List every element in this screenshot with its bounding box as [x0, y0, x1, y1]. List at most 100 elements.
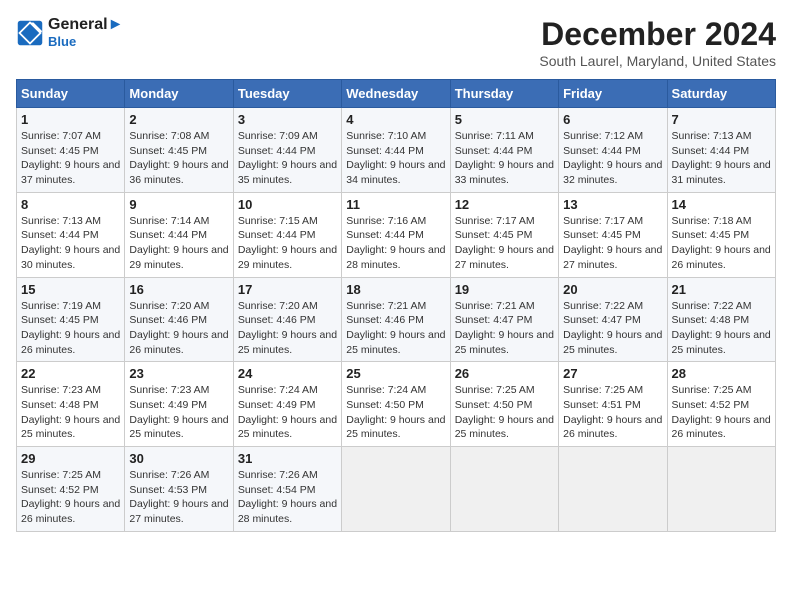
day-cell: 28 Sunrise: 7:25 AM Sunset: 4:52 PM Dayl… [667, 362, 775, 447]
daylight: Daylight: 9 hours and 26 minutes. [21, 329, 120, 356]
day-info: Sunrise: 7:20 AM Sunset: 4:46 PM Dayligh… [129, 299, 228, 358]
daylight: Daylight: 9 hours and 25 minutes. [21, 414, 120, 441]
day-cell: 3 Sunrise: 7:09 AM Sunset: 4:44 PM Dayli… [233, 108, 341, 193]
sunset: Sunset: 4:44 PM [21, 229, 99, 241]
daylight: Daylight: 9 hours and 31 minutes. [672, 159, 771, 186]
column-header-sunday: Sunday [17, 80, 125, 108]
day-cell: 17 Sunrise: 7:20 AM Sunset: 4:46 PM Dayl… [233, 277, 341, 362]
header-row: SundayMondayTuesdayWednesdayThursdayFrid… [17, 80, 776, 108]
day-cell: 16 Sunrise: 7:20 AM Sunset: 4:46 PM Dayl… [125, 277, 233, 362]
day-cell [450, 447, 558, 532]
daylight: Daylight: 9 hours and 27 minutes. [455, 244, 554, 271]
sunrise: Sunrise: 7:07 AM [21, 130, 101, 142]
sunrise: Sunrise: 7:23 AM [21, 384, 101, 396]
day-cell: 20 Sunrise: 7:22 AM Sunset: 4:47 PM Dayl… [559, 277, 667, 362]
sunrise: Sunrise: 7:13 AM [672, 130, 752, 142]
day-info: Sunrise: 7:24 AM Sunset: 4:50 PM Dayligh… [346, 383, 445, 442]
column-header-monday: Monday [125, 80, 233, 108]
week-row-3: 15 Sunrise: 7:19 AM Sunset: 4:45 PM Dayl… [17, 277, 776, 362]
sunrise: Sunrise: 7:25 AM [21, 469, 101, 481]
day-info: Sunrise: 7:22 AM Sunset: 4:47 PM Dayligh… [563, 299, 662, 358]
sunset: Sunset: 4:44 PM [672, 145, 750, 157]
day-number: 21 [672, 282, 771, 297]
sunset: Sunset: 4:47 PM [563, 314, 641, 326]
sunrise: Sunrise: 7:13 AM [21, 215, 101, 227]
day-info: Sunrise: 7:23 AM Sunset: 4:48 PM Dayligh… [21, 383, 120, 442]
day-number: 13 [563, 197, 662, 212]
week-row-5: 29 Sunrise: 7:25 AM Sunset: 4:52 PM Dayl… [17, 447, 776, 532]
day-cell: 26 Sunrise: 7:25 AM Sunset: 4:50 PM Dayl… [450, 362, 558, 447]
daylight: Daylight: 9 hours and 26 minutes. [563, 414, 662, 441]
daylight: Daylight: 9 hours and 25 minutes. [238, 329, 337, 356]
week-row-2: 8 Sunrise: 7:13 AM Sunset: 4:44 PM Dayli… [17, 192, 776, 277]
daylight: Daylight: 9 hours and 37 minutes. [21, 159, 120, 186]
logo: General► Blue [16, 16, 123, 49]
day-info: Sunrise: 7:25 AM Sunset: 4:52 PM Dayligh… [672, 383, 771, 442]
day-info: Sunrise: 7:14 AM Sunset: 4:44 PM Dayligh… [129, 214, 228, 273]
sunset: Sunset: 4:45 PM [129, 145, 207, 157]
day-number: 30 [129, 451, 228, 466]
sunrise: Sunrise: 7:21 AM [346, 300, 426, 312]
column-header-wednesday: Wednesday [342, 80, 450, 108]
day-info: Sunrise: 7:24 AM Sunset: 4:49 PM Dayligh… [238, 383, 337, 442]
day-info: Sunrise: 7:18 AM Sunset: 4:45 PM Dayligh… [672, 214, 771, 273]
sunrise: Sunrise: 7:08 AM [129, 130, 209, 142]
day-cell: 5 Sunrise: 7:11 AM Sunset: 4:44 PM Dayli… [450, 108, 558, 193]
sunset: Sunset: 4:44 PM [455, 145, 533, 157]
day-number: 25 [346, 366, 445, 381]
day-cell: 18 Sunrise: 7:21 AM Sunset: 4:46 PM Dayl… [342, 277, 450, 362]
sunrise: Sunrise: 7:17 AM [455, 215, 535, 227]
sunset: Sunset: 4:46 PM [129, 314, 207, 326]
sunset: Sunset: 4:45 PM [21, 314, 99, 326]
day-cell: 24 Sunrise: 7:24 AM Sunset: 4:49 PM Dayl… [233, 362, 341, 447]
daylight: Daylight: 9 hours and 25 minutes. [238, 414, 337, 441]
day-number: 16 [129, 282, 228, 297]
day-cell: 4 Sunrise: 7:10 AM Sunset: 4:44 PM Dayli… [342, 108, 450, 193]
sunset: Sunset: 4:49 PM [129, 399, 207, 411]
day-cell: 1 Sunrise: 7:07 AM Sunset: 4:45 PM Dayli… [17, 108, 125, 193]
day-info: Sunrise: 7:10 AM Sunset: 4:44 PM Dayligh… [346, 129, 445, 188]
title-block: December 2024 South Laurel, Maryland, Un… [539, 16, 776, 69]
sunset: Sunset: 4:51 PM [563, 399, 641, 411]
day-info: Sunrise: 7:07 AM Sunset: 4:45 PM Dayligh… [21, 129, 120, 188]
sunrise: Sunrise: 7:26 AM [238, 469, 318, 481]
daylight: Daylight: 9 hours and 28 minutes. [346, 244, 445, 271]
day-info: Sunrise: 7:22 AM Sunset: 4:48 PM Dayligh… [672, 299, 771, 358]
sunrise: Sunrise: 7:22 AM [563, 300, 643, 312]
column-header-thursday: Thursday [450, 80, 558, 108]
day-info: Sunrise: 7:17 AM Sunset: 4:45 PM Dayligh… [455, 214, 554, 273]
day-number: 2 [129, 112, 228, 127]
daylight: Daylight: 9 hours and 26 minutes. [672, 244, 771, 271]
day-info: Sunrise: 7:25 AM Sunset: 4:51 PM Dayligh… [563, 383, 662, 442]
day-info: Sunrise: 7:25 AM Sunset: 4:52 PM Dayligh… [21, 468, 120, 527]
sunrise: Sunrise: 7:14 AM [129, 215, 209, 227]
daylight: Daylight: 9 hours and 25 minutes. [346, 414, 445, 441]
sunset: Sunset: 4:47 PM [455, 314, 533, 326]
sunrise: Sunrise: 7:15 AM [238, 215, 318, 227]
day-info: Sunrise: 7:12 AM Sunset: 4:44 PM Dayligh… [563, 129, 662, 188]
day-number: 31 [238, 451, 337, 466]
day-cell: 22 Sunrise: 7:23 AM Sunset: 4:48 PM Dayl… [17, 362, 125, 447]
sunrise: Sunrise: 7:20 AM [238, 300, 318, 312]
daylight: Daylight: 9 hours and 29 minutes. [129, 244, 228, 271]
day-info: Sunrise: 7:16 AM Sunset: 4:44 PM Dayligh… [346, 214, 445, 273]
sunset: Sunset: 4:44 PM [346, 145, 424, 157]
sunset: Sunset: 4:44 PM [563, 145, 641, 157]
sunset: Sunset: 4:45 PM [455, 229, 533, 241]
day-number: 22 [21, 366, 120, 381]
sunset: Sunset: 4:44 PM [238, 145, 316, 157]
day-info: Sunrise: 7:09 AM Sunset: 4:44 PM Dayligh… [238, 129, 337, 188]
day-info: Sunrise: 7:19 AM Sunset: 4:45 PM Dayligh… [21, 299, 120, 358]
day-number: 12 [455, 197, 554, 212]
page-header: General► Blue December 2024 South Laurel… [16, 16, 776, 69]
day-cell: 13 Sunrise: 7:17 AM Sunset: 4:45 PM Dayl… [559, 192, 667, 277]
day-number: 29 [21, 451, 120, 466]
daylight: Daylight: 9 hours and 29 minutes. [238, 244, 337, 271]
day-number: 20 [563, 282, 662, 297]
sunrise: Sunrise: 7:09 AM [238, 130, 318, 142]
daylight: Daylight: 9 hours and 25 minutes. [129, 414, 228, 441]
day-cell: 14 Sunrise: 7:18 AM Sunset: 4:45 PM Dayl… [667, 192, 775, 277]
sunrise: Sunrise: 7:10 AM [346, 130, 426, 142]
calendar-header: SundayMondayTuesdayWednesdayThursdayFrid… [17, 80, 776, 108]
sunset: Sunset: 4:48 PM [672, 314, 750, 326]
